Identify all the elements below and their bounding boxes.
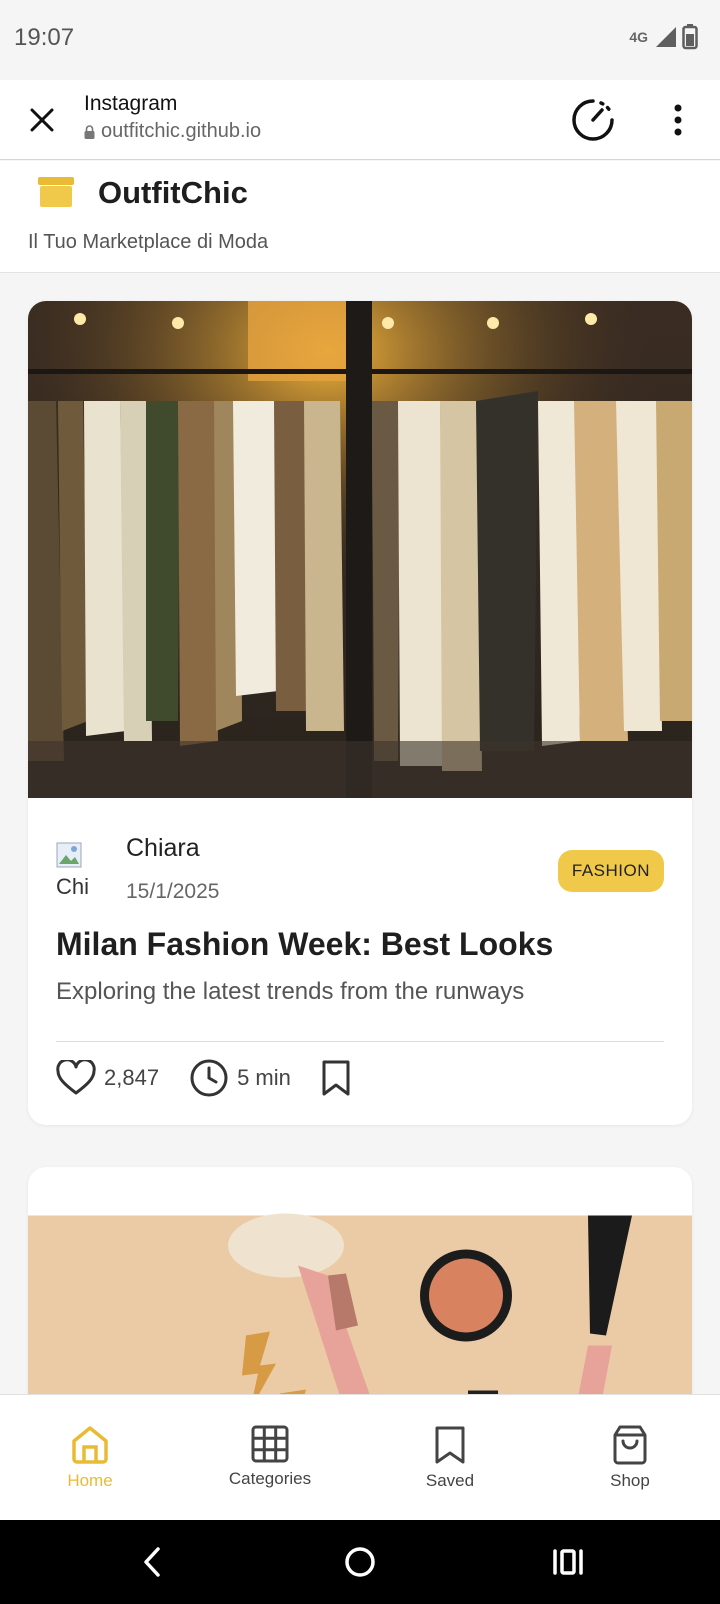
nav-categories[interactable]: Categories: [195, 1425, 345, 1489]
post-card[interactable]: [28, 1167, 692, 1394]
bookmark-button[interactable]: [321, 1059, 351, 1097]
nav-shop-label: Shop: [610, 1471, 650, 1490]
like-button[interactable]: 2,847: [56, 1060, 159, 1096]
status-bar: 19:07 4G: [0, 0, 720, 80]
post-card-body: Chi Chiara 15/1/2025 FASHION Milan Fashi…: [28, 798, 692, 1125]
close-browser-button[interactable]: [22, 100, 62, 140]
bookmark-icon: [435, 1426, 465, 1464]
system-back-button[interactable]: [128, 1538, 176, 1586]
heart-icon: [56, 1060, 96, 1095]
broken-image-icon: [56, 842, 82, 868]
browser-url-text: outfitchic.github.io: [101, 120, 262, 142]
nav-saved[interactable]: Saved: [375, 1425, 525, 1491]
nav-saved-label: Saved: [425, 1471, 475, 1490]
nav-categories-label: Categories: [228, 1469, 312, 1488]
nav-home-label: Home: [67, 1471, 113, 1490]
author-avatar[interactable]: Chi: [56, 842, 106, 896]
bookmark-icon: [322, 1060, 350, 1096]
recents-icon: [553, 1549, 583, 1575]
browser-title: Instagram: [84, 92, 178, 115]
tagline: Il Tuo Marketplace di Moda: [28, 231, 269, 253]
site-header: OutfitChic Il Tuo Marketplace di Moda: [0, 161, 720, 273]
like-count: 2,847: [104, 1065, 160, 1090]
network-type: 4G: [629, 29, 648, 45]
close-icon: [30, 108, 54, 132]
box-logo-icon: [38, 177, 74, 207]
clock-icon: [190, 1059, 228, 1097]
brand-name[interactable]: OutfitChic: [98, 175, 248, 211]
home-icon: [72, 1426, 108, 1464]
nav-home[interactable]: Home: [15, 1425, 165, 1491]
author-name[interactable]: Chiara: [126, 834, 200, 863]
in-app-browser-bar: Instagram outfitchic.github.io: [0, 80, 720, 160]
status-icons: 4G: [629, 24, 698, 50]
read-time-text: 5 min: [237, 1065, 291, 1090]
post-image-clothing-rack[interactable]: [28, 301, 692, 798]
system-home-button[interactable]: [336, 1538, 384, 1586]
system-recents-button[interactable]: [544, 1538, 592, 1586]
shopping-bag-icon: [613, 1425, 647, 1465]
grid-icon: [251, 1425, 289, 1463]
post-card[interactable]: Chi Chiara 15/1/2025 FASHION Milan Fashi…: [28, 301, 692, 1125]
more-vertical-icon: [674, 104, 682, 136]
post-meta: 2,847 5 min: [56, 1056, 381, 1100]
bottom-nav: Home Categories Saved Shop: [0, 1394, 720, 1520]
status-time: 19:07: [14, 24, 75, 51]
post-subtitle: Exploring the latest trends from the run…: [56, 978, 525, 1005]
post-title[interactable]: Milan Fashion Week: Best Looks: [56, 926, 553, 963]
read-time: 5 min: [189, 1058, 291, 1098]
post-date: 15/1/2025: [126, 880, 220, 903]
post-feed[interactable]: Chi Chiara 15/1/2025 FASHION Milan Fashi…: [0, 274, 720, 1394]
divider: [56, 1041, 664, 1042]
speedometer-icon: [572, 99, 614, 141]
author-avatar-alt: Chi: [56, 874, 90, 896]
signal-icon: [656, 27, 676, 47]
page-speed-button[interactable]: [570, 97, 616, 143]
more-options-button[interactable]: [656, 98, 700, 142]
post-image-makeup[interactable]: [28, 1167, 692, 1394]
browser-url[interactable]: outfitchic.github.io: [84, 120, 261, 143]
category-badge[interactable]: FASHION: [557, 850, 664, 892]
back-chevron-icon: [144, 1547, 160, 1577]
nav-shop[interactable]: Shop: [555, 1425, 705, 1491]
home-circle-icon: [345, 1547, 375, 1577]
battery-icon: [682, 24, 698, 50]
lock-icon: [84, 124, 95, 139]
system-nav-bar: [0, 1520, 720, 1604]
